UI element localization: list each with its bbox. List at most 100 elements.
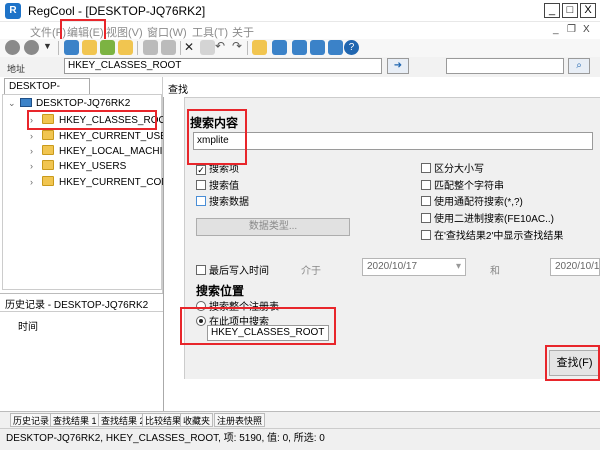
inner-minimize-button[interactable]: _ — [553, 24, 559, 35]
checkbox-icon[interactable] — [421, 196, 431, 206]
wildcard-label: 使用通配符搜索(*,?) — [434, 197, 523, 208]
copy-icon[interactable] — [161, 40, 176, 55]
tab-history[interactable]: 历史记录 — [10, 413, 53, 427]
search-values-label: 搜索值 — [209, 181, 239, 192]
search-key-highlight — [180, 307, 336, 345]
expand-arrow-icon[interactable]: › — [30, 159, 42, 174]
new-value-icon[interactable] — [100, 40, 115, 55]
menu-window[interactable]: 窗口(W) — [147, 24, 187, 40]
dropdown-arrow-icon[interactable]: ▼ — [43, 41, 52, 51]
checkbox-icon[interactable] — [421, 213, 431, 223]
expand-arrow-icon[interactable]: › — [30, 129, 42, 144]
toolbar-separator — [180, 41, 181, 55]
address-input[interactable]: HKEY_CLASSES_ROOT — [64, 58, 382, 74]
inner-restore-button[interactable]: ❐ — [567, 24, 576, 35]
checkbox-icon[interactable] — [196, 180, 206, 190]
window-title: RegCool - [DESKTOP-JQ76RK2] — [28, 4, 206, 18]
match-case-option[interactable]: 区分大小写 — [421, 160, 484, 175]
tree-item-hkcu[interactable]: › HKEY_CURRENT_USER — [30, 129, 174, 144]
rename-icon[interactable] — [200, 40, 215, 55]
favorites-icon[interactable] — [328, 40, 343, 55]
menu-tools[interactable]: 工具(T) — [192, 24, 228, 40]
checkbox-icon[interactable] — [196, 265, 206, 275]
last-write-option[interactable]: 最后写入时间 — [196, 262, 269, 277]
history-column-time: 时间 — [18, 322, 38, 333]
open-folder-icon[interactable] — [252, 40, 267, 55]
quick-search-icon[interactable]: ⌕ — [568, 58, 590, 74]
folder-icon — [42, 145, 54, 155]
redo-icon[interactable]: ↷ — [232, 39, 242, 53]
inner-close-button[interactable]: X — [583, 24, 590, 35]
tab-find-results-2[interactable]: 查找结果 2 — [98, 413, 148, 427]
expand-arrow-icon[interactable]: › — [30, 175, 42, 190]
tree-item-hku[interactable]: › HKEY_USERS — [30, 159, 126, 174]
toolbar-separator — [247, 41, 248, 55]
wildcard-option[interactable]: 使用通配符搜索(*,?) — [421, 193, 523, 208]
tab-registry-snapshot[interactable]: 注册表快照 — [214, 413, 266, 427]
folder-icon — [42, 160, 54, 170]
help-icon[interactable]: ? — [344, 40, 359, 55]
between-label: 介于 — [301, 266, 321, 277]
binary-label: 使用二进制搜索(FE10AC..) — [434, 214, 555, 225]
search-content-highlight — [187, 109, 247, 165]
checkbox-icon[interactable] — [421, 230, 431, 240]
folder-icon — [42, 176, 54, 186]
tab-compare-results[interactable]: 比较结果 — [142, 413, 185, 427]
checkbox-icon[interactable] — [421, 163, 431, 173]
forward-icon[interactable] — [24, 40, 39, 55]
tab-find-results-1[interactable]: 查找结果 1 — [50, 413, 100, 427]
collapse-arrow-icon[interactable]: ⌄ — [8, 96, 20, 111]
tree-root-label: DESKTOP-JQ76RK2 — [36, 98, 131, 109]
connect-icon[interactable] — [64, 40, 79, 55]
tree-item-label: HKEY_CURRENT_USER — [59, 131, 175, 142]
back-icon[interactable] — [5, 40, 20, 55]
folder-icon — [42, 130, 54, 140]
search-data-option[interactable]: 搜索数据 — [196, 193, 249, 208]
last-write-label: 最后写入时间 — [209, 266, 269, 277]
cut-icon[interactable] — [143, 40, 158, 55]
delete-icon[interactable]: ✕ — [184, 40, 194, 54]
and-label: 和 — [490, 266, 500, 277]
tree-item-label: HKEY_LOCAL_MACHINE — [59, 146, 177, 157]
find-dialog-title: 查找 — [168, 85, 188, 96]
expand-arrow-icon[interactable]: › — [30, 144, 42, 159]
hkcr-highlight — [27, 110, 157, 130]
computer-icon — [20, 98, 32, 107]
calendar-icon[interactable]: ▾ — [456, 259, 461, 275]
checkbox-icon[interactable] — [196, 196, 206, 206]
tree-item-label: HKEY_USERS — [59, 161, 127, 172]
new-key-icon[interactable] — [82, 40, 97, 55]
compare-icon[interactable] — [292, 40, 307, 55]
menu-view[interactable]: 视图(V) — [106, 24, 143, 40]
search-values-option[interactable]: 搜索值 — [196, 177, 239, 192]
checkbox-icon[interactable] — [421, 180, 431, 190]
find-icon[interactable] — [272, 40, 287, 55]
quick-search-input[interactable] — [446, 58, 564, 74]
tab-computer[interactable]: DESKTOP-JQ76RK2 — [4, 78, 90, 107]
tree-item-hklm[interactable]: › HKEY_LOCAL_MACHINE — [30, 144, 176, 159]
snapshot-icon[interactable] — [310, 40, 325, 55]
search-data-label: 搜索数据 — [209, 197, 249, 208]
data-type-button[interactable]: 数据类型... — [196, 218, 350, 236]
status-bar: DESKTOP-JQ76RK2, HKEY_CLASSES_ROOT, 项: 5… — [0, 428, 600, 450]
date-from-field[interactable]: 2020/10/17 ▾ — [362, 258, 466, 276]
date-to-field[interactable]: 2020/10/1 — [550, 258, 600, 276]
match-whole-option[interactable]: 匹配整个字符串 — [421, 177, 504, 192]
refresh-icon[interactable] — [118, 40, 133, 55]
minimize-button[interactable]: _ — [544, 3, 560, 18]
tab-favorites[interactable]: 收藏夹 — [180, 413, 214, 427]
show-in-results-option[interactable]: 在'查找结果2'中显示查找结果 — [421, 227, 563, 242]
toolbar-separator — [137, 41, 138, 55]
find-dialog-titlebar — [163, 77, 600, 97]
maximize-button[interactable]: □ — [562, 3, 578, 18]
close-button[interactable]: X — [580, 3, 596, 18]
go-icon[interactable]: ➜ — [387, 58, 409, 74]
checkbox-checked-icon[interactable]: ✓ — [196, 165, 206, 175]
history-title: 历史记录 - DESKTOP-JQ76RK2 — [5, 300, 149, 311]
menu-about[interactable]: 关于 — [232, 24, 254, 40]
undo-icon[interactable]: ↶ — [215, 39, 225, 53]
search-text-input[interactable]: xmplite — [193, 132, 593, 150]
tree-root[interactable]: ⌄ DESKTOP-JQ76RK2 — [8, 96, 130, 111]
tree-item-hkcc[interactable]: › HKEY_CURRENT_CONFIG — [30, 175, 185, 190]
binary-option[interactable]: 使用二进制搜索(FE10AC..) — [421, 210, 554, 225]
